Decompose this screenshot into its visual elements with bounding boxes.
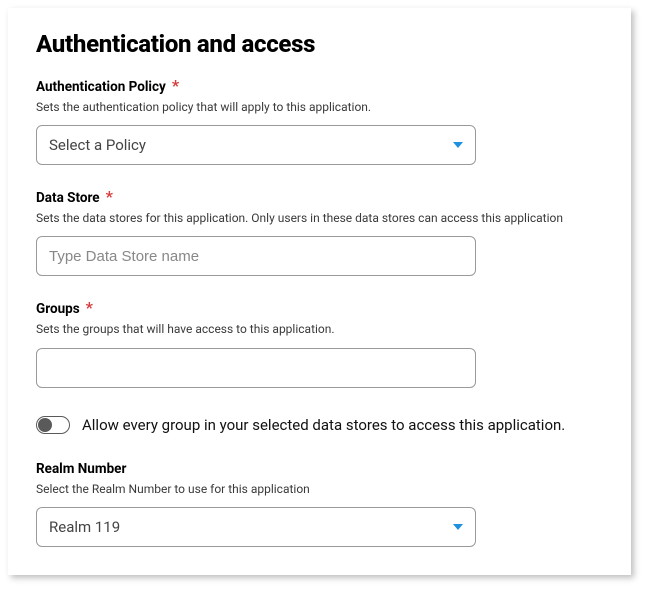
auth-policy-help: Sets the authentication policy that will… bbox=[36, 99, 603, 115]
auth-access-panel: Authentication and access Authentication… bbox=[8, 8, 631, 575]
realm-help: Select the Realm Number to use for this … bbox=[36, 481, 603, 497]
allow-all-groups-label: Allow every group in your selected data … bbox=[82, 416, 565, 434]
groups-help: Sets the groups that will have access to… bbox=[36, 321, 603, 337]
auth-policy-value: Select a Policy bbox=[49, 136, 453, 154]
chevron-down-icon bbox=[453, 142, 463, 148]
chevron-down-icon bbox=[453, 524, 463, 530]
data-store-help: Sets the data stores for this applicatio… bbox=[36, 210, 603, 226]
field-data-store: Data Store * Sets the data stores for th… bbox=[36, 187, 603, 276]
page-title: Authentication and access bbox=[36, 30, 603, 58]
required-indicator: * bbox=[172, 76, 179, 95]
auth-policy-label: Authentication Policy bbox=[36, 79, 166, 95]
allow-all-groups-row: Allow every group in your selected data … bbox=[36, 416, 603, 434]
field-realm: Realm Number Select the Realm Number to … bbox=[36, 458, 603, 547]
groups-label: Groups bbox=[36, 301, 80, 317]
auth-policy-select[interactable]: Select a Policy bbox=[36, 125, 476, 165]
groups-input[interactable] bbox=[49, 349, 463, 387]
realm-select[interactable]: Realm 119 bbox=[36, 507, 476, 547]
realm-label: Realm Number bbox=[36, 461, 126, 477]
field-auth-policy: Authentication Policy * Sets the authent… bbox=[36, 76, 603, 165]
realm-value: Realm 119 bbox=[49, 518, 453, 536]
groups-input-wrapper bbox=[36, 348, 476, 388]
required-indicator: * bbox=[86, 298, 93, 317]
toggle-knob bbox=[38, 418, 52, 432]
required-indicator: * bbox=[106, 187, 113, 206]
field-groups: Groups * Sets the groups that will have … bbox=[36, 298, 603, 387]
data-store-label: Data Store bbox=[36, 190, 100, 206]
data-store-input[interactable] bbox=[49, 237, 463, 275]
allow-all-groups-toggle[interactable] bbox=[36, 416, 70, 434]
data-store-input-wrapper bbox=[36, 236, 476, 276]
